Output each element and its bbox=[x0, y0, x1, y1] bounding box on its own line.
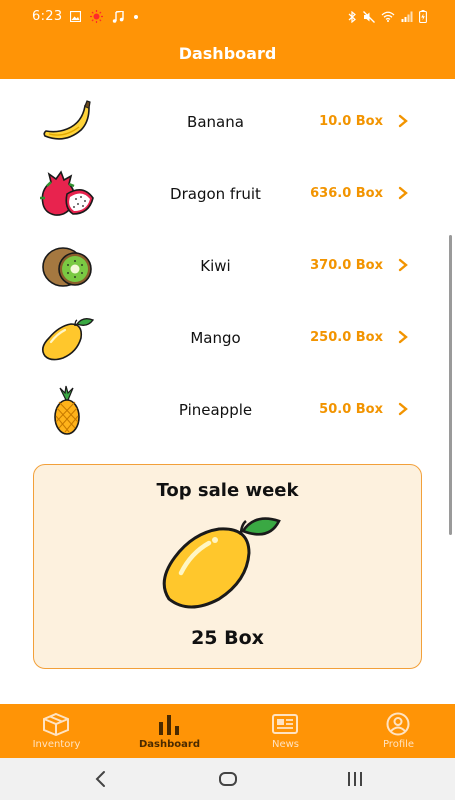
status-bar: 6:23 bbox=[0, 0, 455, 34]
wifi-icon bbox=[381, 11, 395, 22]
fruit-quantity: 636.0 Box bbox=[310, 186, 383, 201]
user-icon bbox=[386, 712, 410, 736]
recents-icon[interactable] bbox=[340, 767, 370, 791]
chevron-right-icon bbox=[398, 258, 408, 272]
system-navigation-bar bbox=[0, 758, 455, 800]
mute-icon bbox=[363, 10, 375, 23]
list-item-mango[interactable]: Mango 250.0 Box bbox=[0, 309, 445, 369]
page-title: Dashboard bbox=[178, 44, 277, 63]
app-bar: Dashboard bbox=[0, 34, 455, 79]
nav-label: Inventory bbox=[32, 739, 81, 750]
home-icon[interactable] bbox=[213, 767, 243, 791]
fruit-quantity: 50.0 Box bbox=[319, 402, 383, 417]
newspaper-icon bbox=[272, 714, 298, 734]
list-item-kiwi[interactable]: Kiwi 370.0 Box bbox=[0, 237, 445, 297]
list-item-banana[interactable]: Banana 10.0 Box bbox=[0, 93, 445, 153]
chevron-right-icon bbox=[398, 330, 408, 344]
list-item-pineapple[interactable]: Pineapple 50.0 Box bbox=[0, 381, 445, 441]
dashboard-content[interactable]: Banana 10.0 Box Dragon fruit 636.0 Box K… bbox=[0, 79, 455, 704]
nav-item-inventory[interactable]: Inventory bbox=[0, 704, 113, 758]
bottom-nav: Inventory Dashboard News Profile bbox=[0, 704, 455, 758]
kiwi-icon bbox=[42, 247, 92, 287]
chevron-right-icon bbox=[398, 186, 408, 200]
status-left-icons bbox=[70, 10, 139, 23]
nav-label: Dashboard bbox=[139, 739, 200, 750]
dot-icon bbox=[134, 14, 138, 19]
pineapple-icon bbox=[54, 385, 80, 435]
nav-item-profile[interactable]: Profile bbox=[342, 704, 455, 758]
nav-label: Profile bbox=[382, 739, 415, 750]
fruit-quantity: 370.0 Box bbox=[310, 258, 383, 273]
nav-item-news[interactable]: News bbox=[229, 704, 342, 758]
dragon-fruit-icon bbox=[40, 170, 94, 216]
status-right-icons bbox=[348, 10, 427, 23]
bluetooth-icon bbox=[348, 10, 356, 23]
fruit-name: Kiwi bbox=[200, 257, 231, 275]
fruit-name: Mango bbox=[190, 329, 241, 347]
top-sale-title: Top sale week bbox=[156, 480, 299, 501]
sun-icon bbox=[90, 10, 103, 23]
nav-label: News bbox=[271, 739, 300, 750]
mango-icon bbox=[162, 517, 281, 609]
back-icon[interactable] bbox=[86, 767, 116, 791]
box-icon bbox=[43, 712, 69, 736]
scrollbar[interactable] bbox=[449, 235, 452, 535]
fruit-name: Dragon fruit bbox=[170, 185, 261, 203]
bar-chart-icon bbox=[159, 715, 179, 735]
image-icon bbox=[70, 11, 81, 22]
fruit-name: Banana bbox=[187, 113, 244, 131]
list-item-dragon-fruit[interactable]: Dragon fruit 636.0 Box bbox=[0, 165, 445, 225]
chevron-right-icon bbox=[398, 402, 408, 416]
battery-icon bbox=[419, 10, 427, 23]
status-time: 6:23 bbox=[32, 9, 63, 24]
fruit-quantity: 250.0 Box bbox=[310, 330, 383, 345]
mango-icon bbox=[41, 317, 95, 361]
top-sale-value: 25 Box bbox=[191, 627, 264, 649]
fruit-name: Pineapple bbox=[178, 401, 253, 419]
nav-item-dashboard[interactable]: Dashboard bbox=[113, 704, 226, 758]
music-icon bbox=[112, 10, 124, 23]
signal-icon bbox=[401, 11, 413, 22]
top-sale-card: Top sale week 25 Box bbox=[33, 464, 422, 669]
banana-icon bbox=[43, 100, 91, 140]
fruit-quantity: 10.0 Box bbox=[319, 114, 383, 129]
chevron-right-icon bbox=[398, 114, 408, 128]
